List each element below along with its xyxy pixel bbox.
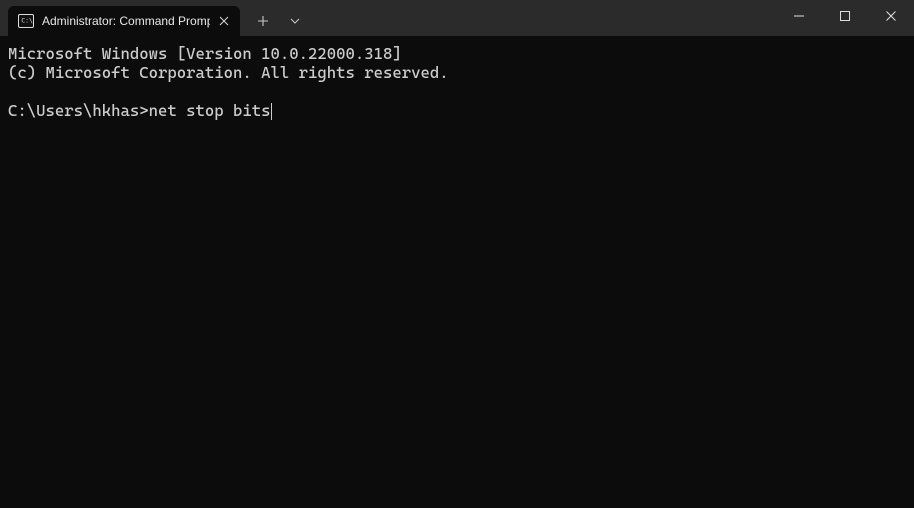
close-button[interactable]: [868, 0, 914, 32]
new-tab-button[interactable]: [248, 8, 278, 34]
tab-dropdown-button[interactable]: [280, 8, 310, 34]
blank-line: [8, 82, 906, 101]
text-cursor: [271, 103, 273, 120]
prompt-line: C:\Users\hkhas>net stop bits: [8, 101, 906, 120]
tab-close-button[interactable]: [216, 13, 232, 29]
cmd-icon: C:\: [18, 13, 34, 29]
minimize-button[interactable]: [776, 0, 822, 32]
titlebar-left: C:\ Administrator: Command Promp: [0, 0, 310, 36]
banner-line-2: (c) Microsoft Corporation. All rights re…: [8, 63, 906, 82]
banner-line-1: Microsoft Windows [Version 10.0.22000.31…: [8, 44, 906, 63]
terminal-body[interactable]: Microsoft Windows [Version 10.0.22000.31…: [0, 36, 914, 128]
maximize-button[interactable]: [822, 0, 868, 32]
terminal-tab[interactable]: C:\ Administrator: Command Promp: [8, 6, 240, 36]
tab-actions: [248, 6, 310, 36]
svg-text:C:\: C:\: [21, 17, 33, 25]
prompt-text: C:\Users\hkhas>: [8, 101, 149, 120]
command-text: net stop bits: [149, 101, 271, 120]
tab-title: Administrator: Command Promp: [42, 14, 210, 28]
title-bar: C:\ Administrator: Command Promp: [0, 0, 914, 36]
window-controls: [776, 0, 914, 36]
